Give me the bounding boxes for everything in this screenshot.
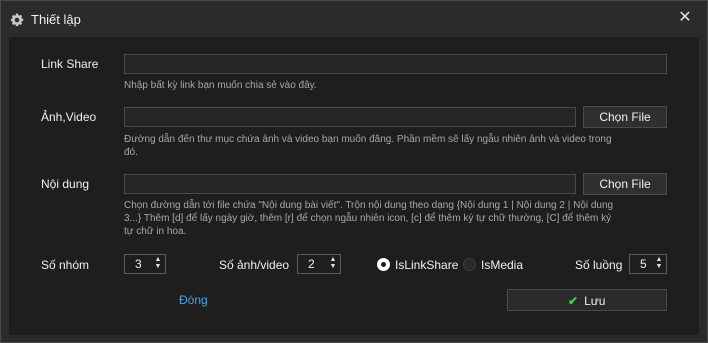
link-share-input[interactable]: [124, 54, 667, 74]
media-radio-label[interactable]: IsMedia: [481, 258, 523, 272]
save-button-content: ✔ Lưu: [568, 294, 605, 308]
checkmark-icon: ✔: [568, 294, 579, 308]
linkshare-radio-label[interactable]: IsLinkShare: [395, 258, 458, 272]
media-count-stepper[interactable]: 2 ▲ ▼: [297, 254, 341, 274]
media-hint-line1: Đường dẫn đến thư mục chứa ảnh và video …: [124, 134, 612, 145]
groups-value: 3: [135, 257, 142, 271]
stepper-arrows-icon[interactable]: ▲ ▼: [655, 256, 663, 272]
settings-panel: Link Share Nhập bất kỳ link bạn muốn chi…: [9, 37, 699, 335]
groups-stepper[interactable]: 3 ▲ ▼: [124, 254, 166, 274]
media-radio[interactable]: [463, 258, 476, 271]
media-label: Ảnh,Video: [41, 110, 97, 124]
stepper-arrows-icon[interactable]: ▲ ▼: [154, 256, 162, 272]
content-hint-line2: 3...} Thêm [d] để lấy ngày giờ, thêm [r]…: [124, 213, 612, 224]
close-icon[interactable]: ✕: [675, 8, 695, 28]
stepper-arrows-icon[interactable]: ▲ ▼: [329, 256, 337, 272]
save-button[interactable]: ✔ Lưu: [507, 289, 667, 311]
content-choose-file-button[interactable]: Chọn File: [583, 173, 667, 195]
content-path-input[interactable]: [124, 174, 576, 194]
gear-icon: [9, 12, 25, 28]
media-count-label: Số ảnh/video: [219, 258, 290, 272]
save-button-label: Lưu: [584, 294, 606, 308]
linkshare-radio[interactable]: [377, 258, 390, 271]
threads-stepper[interactable]: 5 ▲ ▼: [629, 254, 667, 274]
media-path-input[interactable]: [124, 107, 576, 127]
threads-label: Số luồng: [575, 258, 623, 272]
media-hint-line2: đó.: [124, 147, 138, 158]
close-link[interactable]: Đóng: [179, 293, 208, 307]
groups-label: Số nhóm: [41, 258, 90, 272]
content-label: Nội dung: [41, 177, 90, 191]
content-hint-line3: tự chữ in hoa.: [124, 226, 187, 237]
settings-dialog: Thiết lập ✕ Link Share Nhập bất kỳ link …: [0, 0, 708, 343]
threads-value: 5: [640, 257, 647, 271]
media-choose-file-button[interactable]: Chọn File: [583, 106, 667, 128]
title-bar: Thiết lập ✕: [1, 1, 707, 37]
link-share-label: Link Share: [41, 57, 99, 71]
content-hint-line1: Chọn đường dẫn tới file chứa "Nội dung b…: [124, 200, 614, 211]
media-count-value: 2: [308, 257, 315, 271]
link-share-hint: Nhập bất kỳ link bạn muốn chia sẻ vào đâ…: [124, 80, 317, 91]
window-title: Thiết lập: [31, 12, 81, 27]
